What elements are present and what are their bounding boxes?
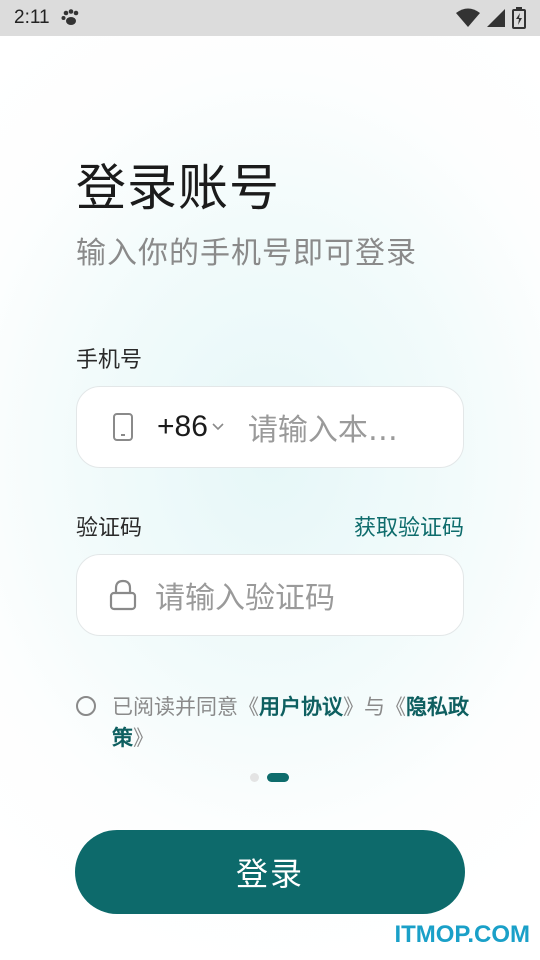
login-button[interactable]: 登录 [75, 830, 465, 914]
agreement: 已阅读并同意《用户协议》与《隐私政策》 [76, 692, 476, 754]
lock-icon [107, 579, 139, 611]
code-label: 验证码 [76, 516, 143, 541]
agreement-suffix: 》 [133, 726, 154, 750]
chevron-down-icon [212, 423, 224, 431]
battery-icon [512, 7, 526, 29]
get-code-link[interactable]: 获取验证码 [354, 510, 464, 542]
code-field[interactable]: 请输入验证码 [76, 554, 464, 636]
status-time: 2:11 [14, 7, 50, 28]
status-icons [456, 7, 526, 29]
agreement-middle: 》与《 [343, 695, 406, 719]
watermark: ITMOP.COM [394, 921, 530, 948]
wifi-icon [456, 8, 480, 27]
code-input[interactable]: 请输入验证码 [155, 573, 335, 617]
page-title: 登录账号 [76, 159, 280, 217]
phone-label: 手机号 [76, 348, 143, 373]
status-bar: 2:11 [0, 0, 540, 36]
phone-icon [107, 411, 139, 443]
phone-input[interactable]: 请输入本… [248, 405, 418, 449]
country-code-selector[interactable]: +86 [157, 410, 224, 444]
page-dot-2-active [267, 773, 289, 782]
signal-icon [487, 9, 505, 27]
page-subtitle: 输入你的手机号即可登录 [76, 236, 417, 271]
page-dot-1 [250, 773, 259, 782]
paw-icon [61, 9, 78, 25]
agreement-prefix: 已阅读并同意《 [112, 695, 259, 719]
agree-checkbox[interactable] [76, 696, 96, 716]
page-indicator [250, 773, 289, 782]
phone-field[interactable]: +86 请输入本… [76, 386, 464, 468]
country-code: +86 [157, 410, 208, 443]
agreement-text: 已阅读并同意《用户协议》与《隐私政策》 [76, 692, 476, 754]
login-screen: 登录账号 输入你的手机号即可登录 手机号 +86 请输入本… 验证码 获取验证码… [0, 36, 540, 960]
user-agreement-link[interactable]: 用户协议 [259, 695, 343, 719]
